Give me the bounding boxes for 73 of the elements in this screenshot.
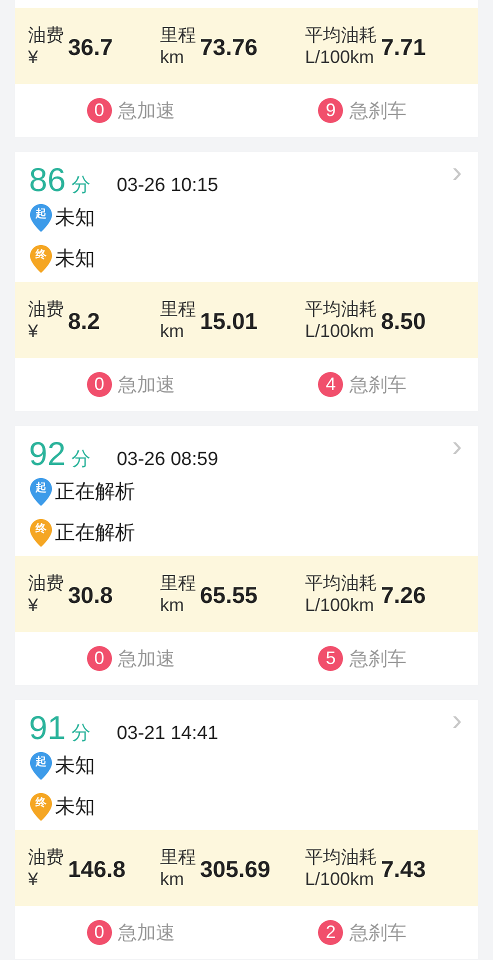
trip-score: 91 bbox=[29, 710, 66, 746]
count-badge: 4 bbox=[318, 372, 344, 397]
stat-unit: L/100km bbox=[305, 46, 376, 68]
stat-label: 油费 bbox=[28, 846, 64, 868]
stat-value: 146.8 bbox=[68, 856, 126, 882]
stat-unit: km bbox=[160, 594, 185, 616]
stat-label: 油费 bbox=[28, 24, 64, 46]
event-label: 急加速 bbox=[118, 100, 175, 124]
stat-value: 8.50 bbox=[381, 308, 426, 334]
stat-label: 平均油耗 bbox=[305, 572, 377, 594]
map-pin-icon: 起 bbox=[29, 202, 53, 232]
map-pin-icon: 终 bbox=[29, 792, 53, 822]
trip-time: 03-26 10:15 bbox=[116, 175, 218, 197]
stat-label: 里程 bbox=[160, 298, 196, 320]
event-label: 急加速 bbox=[118, 374, 175, 398]
event-label: 急加速 bbox=[118, 648, 175, 672]
map-pin-icon: 起 bbox=[29, 476, 53, 506]
place-name: 未知 bbox=[55, 754, 95, 779]
score-unit: 分 bbox=[72, 448, 91, 472]
stat-value: 65.55 bbox=[200, 582, 258, 608]
stat-label: 平均油耗 bbox=[305, 846, 377, 868]
event-label: 急刹车 bbox=[349, 922, 406, 946]
event-label: 急刹车 bbox=[349, 100, 406, 124]
event-label: 急加速 bbox=[118, 922, 175, 946]
stat-value: 36.7 bbox=[68, 34, 113, 60]
stat-value: 7.71 bbox=[381, 34, 426, 60]
stat-unit: L/100km bbox=[305, 320, 376, 342]
stat-unit: ¥ bbox=[28, 868, 40, 890]
stat-label: 油费 bbox=[28, 298, 64, 320]
stat-label: 平均油耗 bbox=[305, 298, 377, 320]
stat-value: 73.76 bbox=[200, 34, 258, 60]
stat-value: 8.2 bbox=[68, 308, 100, 334]
stat-label: 平均油耗 bbox=[305, 24, 377, 46]
stat-unit: km bbox=[160, 46, 185, 68]
stat-label: 里程 bbox=[160, 572, 196, 594]
map-pin-icon: 起 bbox=[29, 750, 53, 780]
count-badge: 0 bbox=[86, 98, 112, 123]
stat-unit: km bbox=[160, 320, 185, 342]
trip-score: 92 bbox=[29, 436, 66, 472]
count-badge: 0 bbox=[86, 646, 112, 671]
event-label: 急刹车 bbox=[349, 374, 406, 398]
map-pin-icon: 终 bbox=[29, 518, 53, 548]
stat-value: 305.69 bbox=[200, 856, 270, 882]
place-name: 正在解析 bbox=[55, 521, 135, 546]
stat-value: 7.26 bbox=[381, 582, 426, 608]
stat-unit: L/100km bbox=[305, 868, 376, 890]
count-badge: 5 bbox=[318, 646, 344, 671]
place-name: 未知 bbox=[55, 206, 95, 231]
trip-score: 86 bbox=[29, 162, 66, 198]
stat-unit: ¥ bbox=[28, 320, 40, 342]
stat-unit: ¥ bbox=[28, 594, 40, 616]
stat-value: 15.01 bbox=[200, 308, 258, 334]
map-pin-icon: 终 bbox=[29, 244, 53, 274]
stat-value: 7.43 bbox=[381, 856, 426, 882]
trip-time: 03-21 14:41 bbox=[116, 723, 218, 745]
count-badge: 0 bbox=[86, 372, 112, 397]
place-name: 未知 bbox=[55, 795, 95, 820]
place-name: 未知 bbox=[55, 247, 95, 272]
stat-label: 里程 bbox=[160, 24, 196, 46]
place-name: 正在解析 bbox=[55, 480, 135, 505]
stat-label: 油费 bbox=[28, 572, 64, 594]
count-badge: 0 bbox=[86, 920, 112, 945]
stat-unit: km bbox=[160, 868, 185, 890]
event-label: 急刹车 bbox=[349, 648, 406, 672]
trip-time: 03-26 08:59 bbox=[116, 449, 218, 471]
stat-value: 30.8 bbox=[68, 582, 113, 608]
score-unit: 分 bbox=[72, 722, 91, 746]
stat-unit: L/100km bbox=[305, 594, 376, 616]
stat-label: 里程 bbox=[160, 846, 196, 868]
count-badge: 2 bbox=[318, 920, 344, 945]
stat-unit: ¥ bbox=[28, 46, 40, 68]
count-badge: 9 bbox=[318, 98, 344, 123]
score-unit: 分 bbox=[72, 174, 91, 198]
